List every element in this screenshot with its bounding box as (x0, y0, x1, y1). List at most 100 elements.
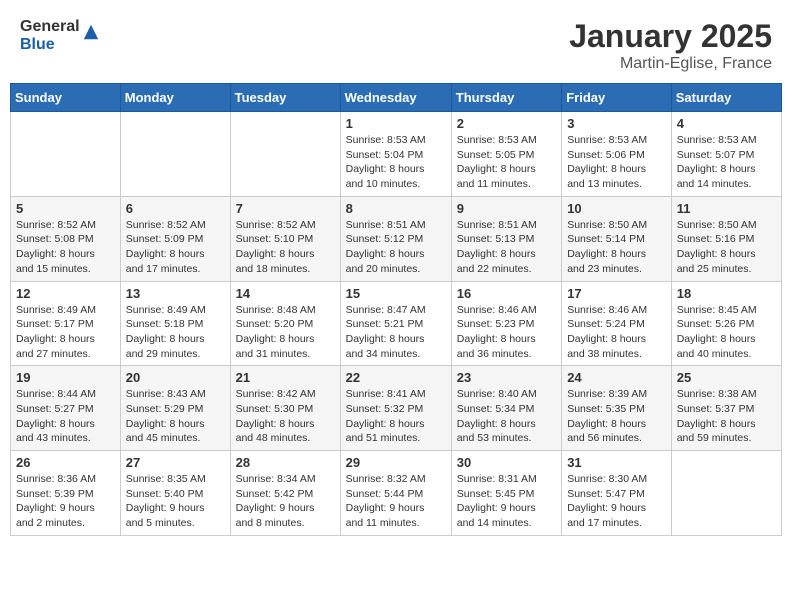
calendar-cell: 21 Sunrise: 8:42 AM Sunset: 5:30 PM Dayli… (230, 366, 340, 451)
calendar-cell: 30Sunrise: 8:31 AM Sunset: 5:45 PM Dayli… (451, 451, 561, 536)
location-title: Martin-Eglise, France (569, 55, 772, 73)
day-info: Sunrise: 8:46 AM Sunset: 5:24 PM Dayligh… (567, 303, 666, 362)
calendar-cell: 7 Sunrise: 8:52 AM Sunset: 5:10 PM Daylig… (230, 196, 340, 281)
day-info: Sunrise: 8:51 AM Sunset: 5:12 PM Dayligh… (346, 218, 446, 277)
calendar-cell: 29Sunrise: 8:32 AM Sunset: 5:44 PM Dayli… (340, 451, 451, 536)
calendar-week-row: 5 Sunrise: 8:52 AM Sunset: 5:08 PM Daylig… (11, 196, 782, 281)
day-info: Sunrise: 8:42 AM Sunset: 5:30 PM Dayligh… (236, 387, 335, 446)
calendar-cell: 18 Sunrise: 8:45 AM Sunset: 5:26 PM Dayli… (671, 281, 781, 366)
day-number: 2 (457, 116, 556, 131)
day-number: 17 (567, 286, 666, 301)
calendar-cell: 6Sunrise: 8:52 AM Sunset: 5:09 PM Daylig… (120, 196, 230, 281)
day-number: 7 (236, 201, 335, 216)
day-number: 23 (457, 370, 556, 385)
day-info: Sunrise: 8:45 AM Sunset: 5:26 PM Dayligh… (677, 303, 776, 362)
day-number: 15 (346, 286, 446, 301)
logo: General Blue (20, 18, 100, 53)
day-info: Sunrise: 8:39 AM Sunset: 5:35 PM Dayligh… (567, 387, 666, 446)
day-number: 20 (126, 370, 225, 385)
day-number: 28 (236, 455, 335, 470)
calendar-cell: 28 Sunrise: 8:34 AM Sunset: 5:42 PM Dayli… (230, 451, 340, 536)
calendar-cell: 5 Sunrise: 8:52 AM Sunset: 5:08 PM Daylig… (11, 196, 121, 281)
calendar-cell: 22 Sunrise: 8:41 AM Sunset: 5:32 PM Dayli… (340, 366, 451, 451)
day-info: Sunrise: 8:53 AM Sunset: 5:04 PM Dayligh… (346, 133, 446, 192)
day-info: Sunrise: 8:41 AM Sunset: 5:32 PM Dayligh… (346, 387, 446, 446)
calendar-cell: 12 Sunrise: 8:49 AM Sunset: 5:17 PM Dayli… (11, 281, 121, 366)
day-info: Sunrise: 8:31 AM Sunset: 5:45 PM Dayligh… (457, 472, 556, 531)
day-number: 8 (346, 201, 446, 216)
day-info: Sunrise: 8:49 AM Sunset: 5:17 PM Dayligh… (16, 303, 115, 362)
day-number: 26 (16, 455, 115, 470)
day-number: 29 (346, 455, 446, 470)
day-number: 5 (16, 201, 115, 216)
calendar-cell: 13 Sunrise: 8:49 AM Sunset: 5:18 PM Dayli… (120, 281, 230, 366)
day-info: Sunrise: 8:52 AM Sunset: 5:08 PM Dayligh… (16, 218, 115, 277)
calendar-cell: 14Sunrise: 8:48 AM Sunset: 5:20 PM Dayli… (230, 281, 340, 366)
day-number: 12 (16, 286, 115, 301)
calendar-cell: 15 Sunrise: 8:47 AM Sunset: 5:21 PM Dayli… (340, 281, 451, 366)
day-info: Sunrise: 8:53 AM Sunset: 5:07 PM Dayligh… (677, 133, 776, 192)
calendar-cell: 10 Sunrise: 8:50 AM Sunset: 5:14 PM Dayli… (562, 196, 672, 281)
day-of-week-header: Sunday (11, 84, 121, 112)
day-info: Sunrise: 8:46 AM Sunset: 5:23 PM Dayligh… (457, 303, 556, 362)
day-of-week-header: Tuesday (230, 84, 340, 112)
calendar-cell: 26 Sunrise: 8:36 AM Sunset: 5:39 PM Dayli… (11, 451, 121, 536)
calendar-cell: 3 Sunrise: 8:53 AM Sunset: 5:06 PM Daylig… (562, 112, 672, 197)
calendar-cell: 24Sunrise: 8:39 AM Sunset: 5:35 PM Dayli… (562, 366, 672, 451)
day-number: 18 (677, 286, 776, 301)
day-of-week-header: Monday (120, 84, 230, 112)
day-info: Sunrise: 8:36 AM Sunset: 5:39 PM Dayligh… (16, 472, 115, 531)
calendar-cell: 2 Sunrise: 8:53 AM Sunset: 5:05 PM Daylig… (451, 112, 561, 197)
day-info: Sunrise: 8:49 AM Sunset: 5:18 PM Dayligh… (126, 303, 225, 362)
calendar-body: 1 Sunrise: 8:53 AM Sunset: 5:04 PM Daylig… (11, 112, 782, 536)
day-info: Sunrise: 8:43 AM Sunset: 5:29 PM Dayligh… (126, 387, 225, 446)
day-info: Sunrise: 8:38 AM Sunset: 5:37 PM Dayligh… (677, 387, 776, 446)
calendar-cell: 17 Sunrise: 8:46 AM Sunset: 5:24 PM Dayli… (562, 281, 672, 366)
calendar-cell: 23 Sunrise: 8:40 AM Sunset: 5:34 PM Dayli… (451, 366, 561, 451)
day-of-week-header: Thursday (451, 84, 561, 112)
calendar: SundayMondayTuesdayWednesdayThursdayFrid… (10, 83, 782, 536)
calendar-cell: 9Sunrise: 8:51 AM Sunset: 5:13 PM Daylig… (451, 196, 561, 281)
day-info: Sunrise: 8:53 AM Sunset: 5:05 PM Dayligh… (457, 133, 556, 192)
day-number: 25 (677, 370, 776, 385)
day-number: 4 (677, 116, 776, 131)
calendar-cell: 11 Sunrise: 8:50 AM Sunset: 5:16 PM Dayli… (671, 196, 781, 281)
calendar-cell (120, 112, 230, 197)
calendar-cell (671, 451, 781, 536)
calendar-week-row: 12 Sunrise: 8:49 AM Sunset: 5:17 PM Dayli… (11, 281, 782, 366)
day-number: 10 (567, 201, 666, 216)
day-number: 9 (457, 201, 556, 216)
day-of-week-header: Wednesday (340, 84, 451, 112)
calendar-week-row: 19Sunrise: 8:44 AM Sunset: 5:27 PM Dayli… (11, 366, 782, 451)
day-info: Sunrise: 8:48 AM Sunset: 5:20 PM Dayligh… (236, 303, 335, 362)
day-of-week-header: Saturday (671, 84, 781, 112)
day-info: Sunrise: 8:50 AM Sunset: 5:14 PM Dayligh… (567, 218, 666, 277)
calendar-cell (230, 112, 340, 197)
day-number: 31 (567, 455, 666, 470)
calendar-cell: 25 Sunrise: 8:38 AM Sunset: 5:37 PM Dayli… (671, 366, 781, 451)
day-info: Sunrise: 8:53 AM Sunset: 5:06 PM Dayligh… (567, 133, 666, 192)
day-info: Sunrise: 8:50 AM Sunset: 5:16 PM Dayligh… (677, 218, 776, 277)
day-number: 21 (236, 370, 335, 385)
calendar-cell: 31 Sunrise: 8:30 AM Sunset: 5:47 PM Dayli… (562, 451, 672, 536)
day-of-week-header: Friday (562, 84, 672, 112)
day-number: 27 (126, 455, 225, 470)
day-number: 11 (677, 201, 776, 216)
day-number: 13 (126, 286, 225, 301)
day-info: Sunrise: 8:34 AM Sunset: 5:42 PM Dayligh… (236, 472, 335, 531)
day-number: 19 (16, 370, 115, 385)
header: General Blue January 2025 Martin-Eglise,… (10, 10, 782, 77)
day-number: 3 (567, 116, 666, 131)
calendar-cell: 8 Sunrise: 8:51 AM Sunset: 5:12 PM Daylig… (340, 196, 451, 281)
day-info: Sunrise: 8:47 AM Sunset: 5:21 PM Dayligh… (346, 303, 446, 362)
calendar-week-row: 1 Sunrise: 8:53 AM Sunset: 5:04 PM Daylig… (11, 112, 782, 197)
day-info: Sunrise: 8:52 AM Sunset: 5:10 PM Dayligh… (236, 218, 335, 277)
logo-blue: Blue (20, 36, 80, 54)
day-number: 1 (346, 116, 446, 131)
calendar-cell: 1 Sunrise: 8:53 AM Sunset: 5:04 PM Daylig… (340, 112, 451, 197)
day-info: Sunrise: 8:30 AM Sunset: 5:47 PM Dayligh… (567, 472, 666, 531)
day-info: Sunrise: 8:40 AM Sunset: 5:34 PM Dayligh… (457, 387, 556, 446)
day-number: 22 (346, 370, 446, 385)
logo-general: General (20, 18, 80, 36)
calendar-header-row: SundayMondayTuesdayWednesdayThursdayFrid… (11, 84, 782, 112)
